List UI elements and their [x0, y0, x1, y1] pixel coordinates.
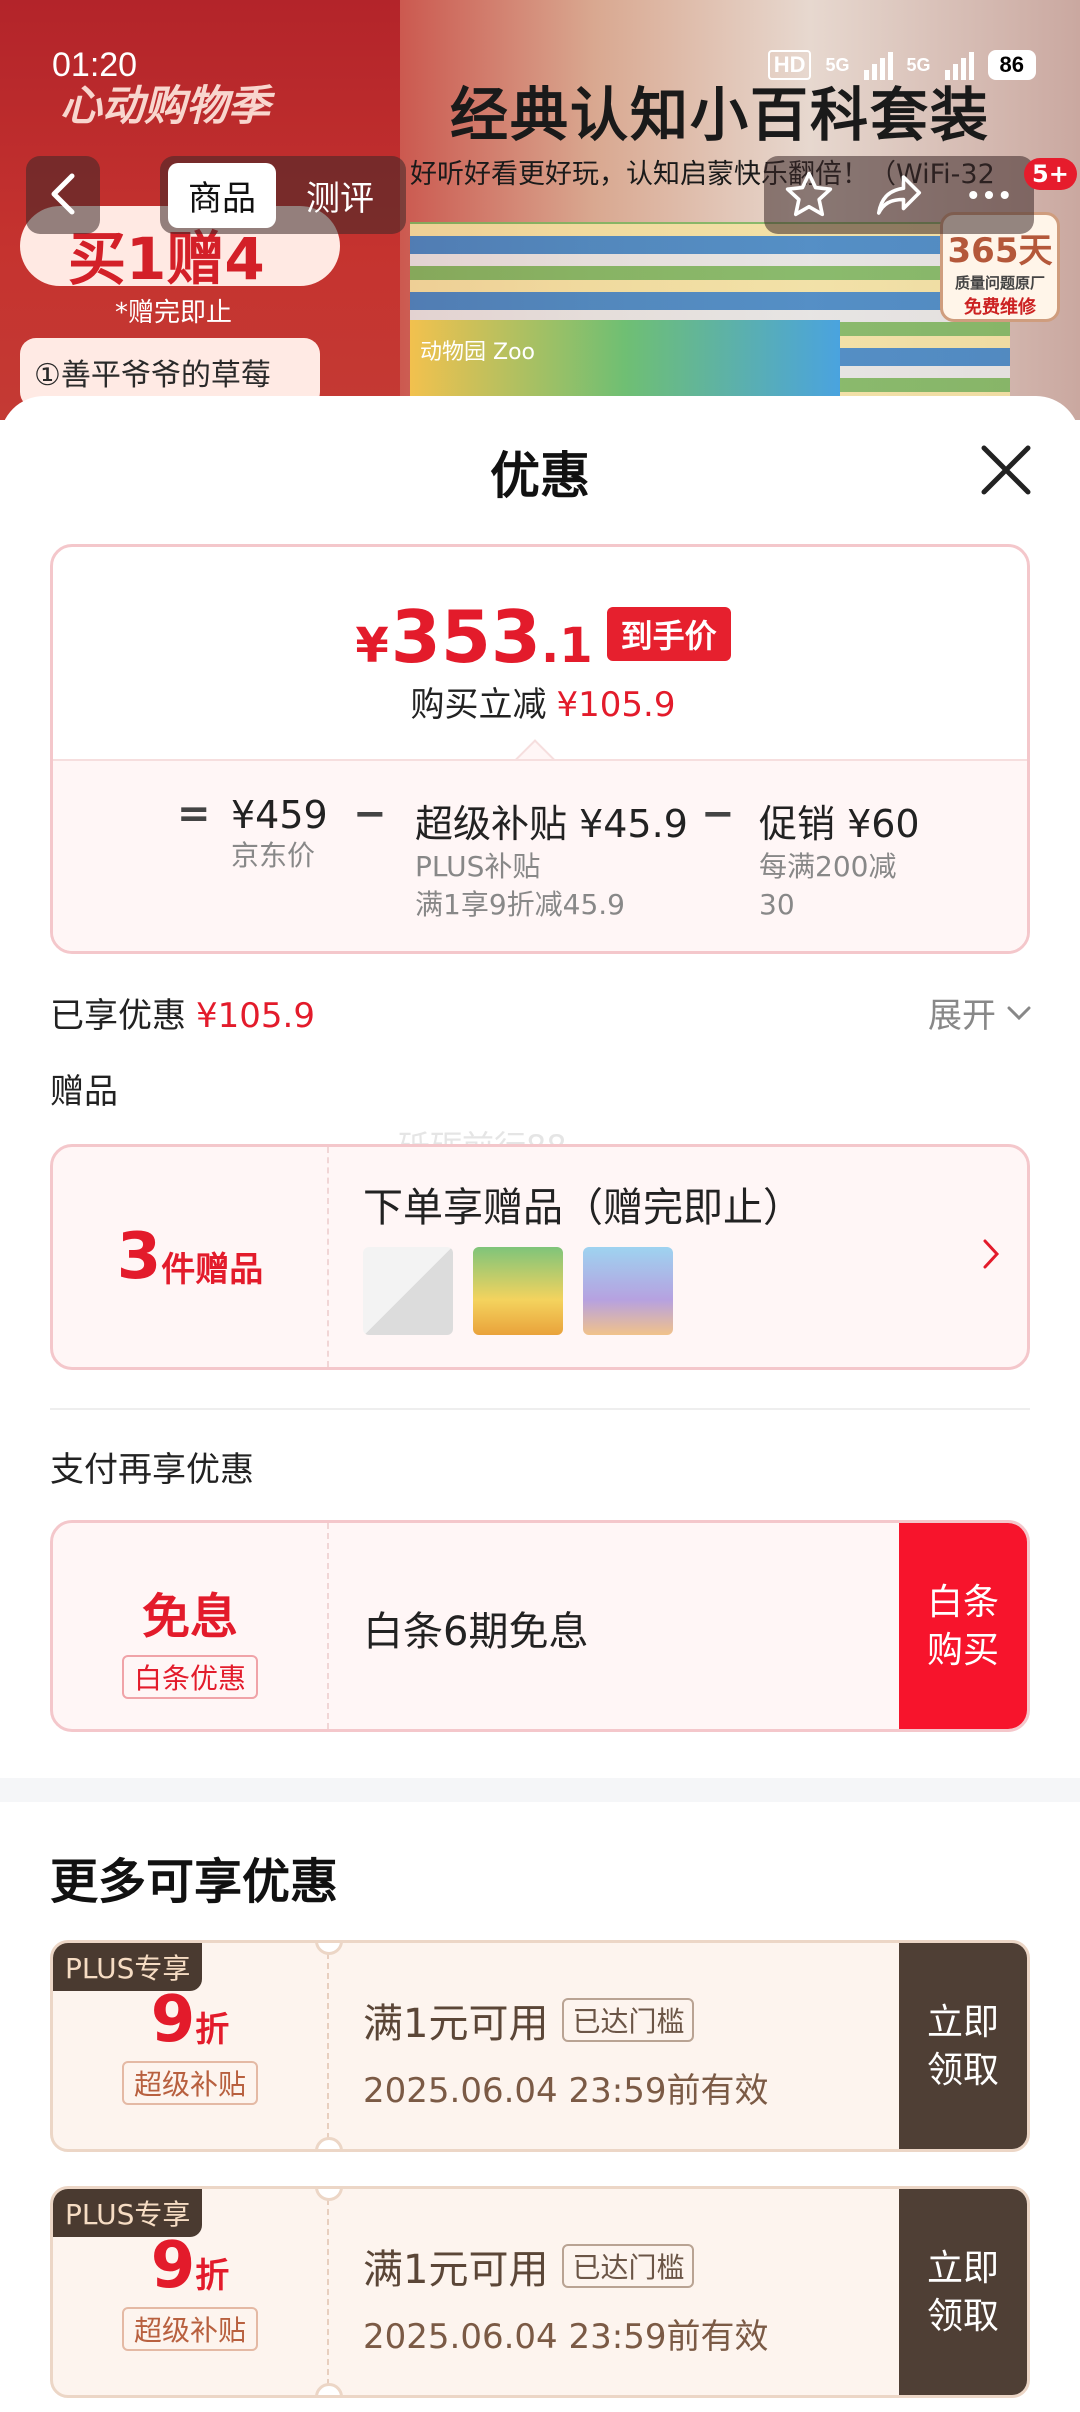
interest-free-label: 免息 — [141, 1589, 238, 1645]
minus-sign: − — [701, 791, 735, 837]
final-price: ¥ 353 .1 到手价 — [53, 595, 1027, 679]
minus-sign: − — [353, 791, 387, 837]
equals-sign: = — [177, 791, 211, 837]
enjoyed-discount: 已享优惠 ¥105.9 — [50, 988, 315, 1037]
discount-number: 9 — [150, 1983, 196, 2057]
divider — [50, 1408, 1030, 1410]
chevron-left-icon — [51, 173, 75, 215]
claim-coupon-button[interactable]: 立即 领取 — [899, 2189, 1027, 2395]
coupon-condition: 满1元可用 已达门槛 — [363, 2237, 695, 2295]
coupon-condition-text: 满1元可用 — [363, 2247, 549, 2293]
baitiao-buy-button[interactable]: 白条 购买 — [899, 1523, 1027, 1729]
coupon-condition: 满1元可用 已达门槛 — [363, 1991, 695, 2049]
nav-tabs: 商品 测评 — [160, 156, 406, 234]
gift-card[interactable]: 3 件赠品 下单享赠品（赠完即止） — [50, 1144, 1030, 1370]
share-icon[interactable] — [871, 168, 927, 222]
coupon-type: 超级补贴 — [121, 2061, 258, 2105]
gifts-section-title: 赠品 — [50, 1072, 118, 1112]
gift-count-unit: 件赠品 — [161, 1249, 264, 1290]
network-type-1: 5G — [825, 54, 850, 75]
enjoyed-value: ¥105.9 — [196, 996, 315, 1036]
banner-title: 经典认知小百科套装 — [450, 81, 991, 149]
gift-count: 3 件赠品 — [53, 1147, 329, 1367]
interest-free-badge: 免息 白条优惠 — [53, 1523, 329, 1729]
price-integer: 353 — [390, 595, 542, 679]
tab-review[interactable]: 测评 — [286, 163, 394, 228]
claim-coupon-button[interactable]: 立即 领取 — [899, 1943, 1027, 2149]
coupon-notch — [315, 2137, 343, 2149]
threshold-met-chip: 已达门槛 — [562, 1998, 695, 2042]
discount-number: 9 — [150, 2229, 196, 2303]
coupon-validity: 2025.06.04 23:59前有效 — [363, 2071, 769, 2111]
close-icon — [981, 445, 1031, 495]
expand-label: 展开 — [928, 996, 996, 1036]
section-gap — [0, 1778, 1080, 1802]
instant-reduction: 购买立减 ¥105.9 — [53, 677, 1027, 726]
cart-count-badge: 5+ — [1024, 158, 1077, 190]
pay-section-title: 支付再享优惠 — [50, 1450, 254, 1490]
tab-product[interactable]: 商品 — [168, 162, 276, 228]
plus-exclusive-tag: PLUS专享 — [53, 1943, 203, 1991]
signal-icon-2 — [944, 50, 974, 80]
gift-thumbnail — [363, 1247, 453, 1335]
baitiao-card: 免息 白条优惠 白条6期免息 白条 购买 — [50, 1520, 1030, 1732]
more-icon[interactable] — [962, 168, 1016, 222]
network-type-2: 5G — [906, 54, 931, 75]
promo-note: *赠完即止 — [115, 298, 233, 328]
price-decimal: .1 — [541, 618, 593, 674]
installment-text: 白条6期免息 — [363, 1609, 589, 1655]
instant-reduction-label: 购买立减 — [410, 685, 547, 725]
star-icon[interactable] — [782, 168, 836, 222]
coupon-card: 9折 超级补贴 PLUS专享 满1元可用 已达门槛 2025.06.04 23:… — [50, 1940, 1030, 2152]
gift-count-number: 3 — [116, 1220, 162, 1294]
gift-thumbnail — [583, 1247, 673, 1335]
chevron-down-icon — [1007, 1006, 1031, 1020]
book-label: 动物园 Zoo — [420, 340, 535, 365]
close-button[interactable] — [976, 440, 1036, 500]
discount-unit: 折 — [195, 2256, 230, 2296]
nav-actions — [764, 156, 1034, 234]
final-price-tag: 到手价 — [606, 607, 731, 661]
status-time: 01:20 — [52, 46, 138, 84]
price-currency: ¥ — [355, 618, 389, 674]
battery-icon: 86 — [987, 50, 1036, 80]
discount-unit: 折 — [195, 2010, 230, 2050]
price-formula: = ¥459 京东价 − 超级补贴 ¥45.9 PLUS补贴 满1享9折减45.… — [53, 759, 1027, 951]
expand-button[interactable]: 展开 — [928, 988, 1032, 1037]
plus-exclusive-tag: PLUS专享 — [53, 2189, 203, 2237]
gift-title: 下单享赠品（赠完即止） — [363, 1185, 803, 1231]
status-icons: HD 5G 5G 86 — [767, 50, 1036, 80]
signal-icon — [863, 50, 893, 80]
back-button[interactable] — [26, 156, 100, 234]
more-offers-title: 更多可享优惠 — [50, 1854, 339, 1910]
product-banner: 心动购物季 买1赠4 *赠完即止 ①善平爷爷的草莓 动物园 Zoo 经典认知小百… — [0, 0, 1080, 420]
price-card: ¥ 353 .1 到手价 购买立减 ¥105.9 = ¥459 京东价 − 超级补… — [50, 544, 1030, 954]
coupon-type: 超级补贴 — [121, 2307, 258, 2351]
hd-icon: HD — [767, 50, 812, 80]
coupon-notch — [315, 2383, 343, 2395]
gift-thumbnail — [473, 1247, 563, 1335]
chevron-right-icon — [983, 1239, 1000, 1269]
instant-reduction-value: ¥105.9 — [556, 685, 676, 725]
sheet-title: 优惠 — [490, 447, 590, 505]
enjoyed-label: 已享优惠 — [50, 996, 186, 1036]
coupon-card: 9折 超级补贴 PLUS专享 满1元可用 已达门槛 2025.06.04 23:… — [50, 2186, 1030, 2398]
threshold-met-chip: 已达门槛 — [562, 2244, 695, 2288]
coupon-validity: 2025.06.04 23:59前有效 — [363, 2317, 769, 2357]
gift-thumbnails — [363, 1247, 673, 1335]
formula-promotion: 促销 ¥60 每满200减 30 — [759, 802, 920, 921]
coupon-condition-text: 满1元可用 — [363, 2001, 549, 2047]
price-summary: ¥ 353 .1 到手价 购买立减 ¥105.9 — [53, 547, 1027, 759]
formula-plus-subsidy: 超级补贴 ¥45.9 PLUS补贴 满1享9折减45.9 — [415, 802, 688, 921]
baitiao-offer-label: 白条优惠 — [121, 1655, 258, 1699]
formula-jd-price: ¥459 京东价 — [231, 793, 328, 872]
